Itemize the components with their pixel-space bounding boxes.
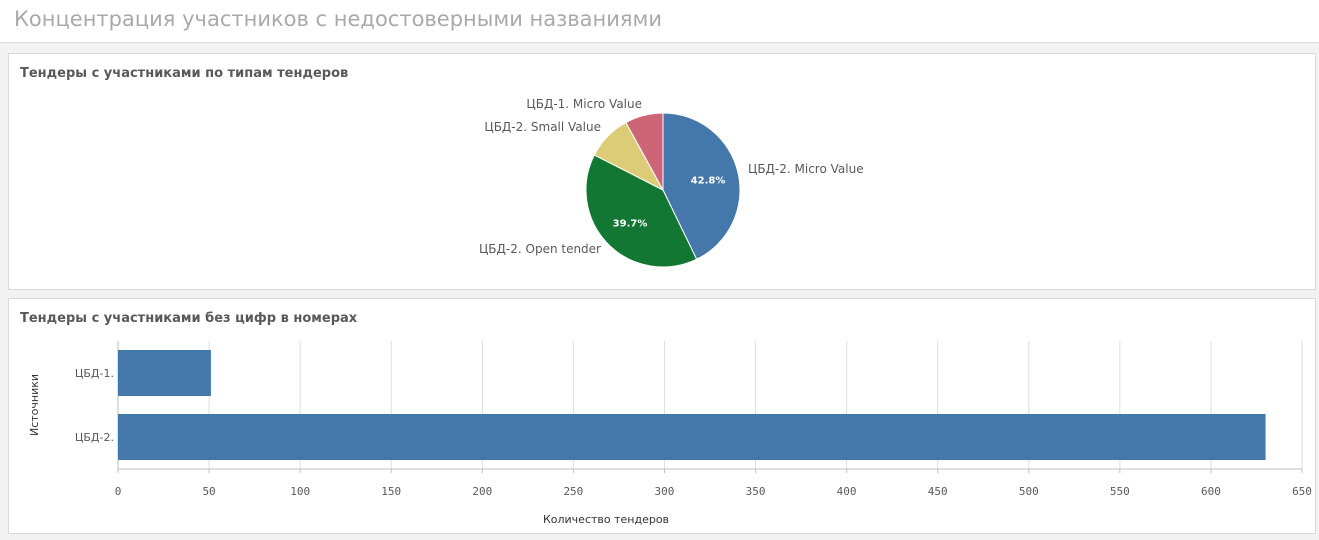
page-header: Концентрация участников с недостоверными… <box>0 0 1319 43</box>
x-tick-label: 650 <box>1292 485 1312 498</box>
x-tick-label: 500 <box>1019 485 1039 498</box>
x-tick-label: 100 <box>290 485 310 498</box>
x-tick-label: 600 <box>1201 485 1221 498</box>
pie-chart-panel[interactable]: Тендеры с участниками по типам тендеров … <box>8 53 1316 290</box>
pie-slice-label: ЦБД-1. Micro Value <box>526 97 642 111</box>
pie-slice-percent-label: 39.7% <box>613 218 648 229</box>
page-title: Концентрация участников с недостоверными… <box>14 7 663 31</box>
pie-slice-label: ЦБД-2. Micro Value <box>748 162 864 176</box>
y-axis-title: Источники <box>28 374 41 436</box>
x-tick-label: 200 <box>472 485 492 498</box>
x-tick-label: 350 <box>746 485 766 498</box>
y-category-label: ЦБД-2. <box>75 431 114 444</box>
x-tick-label: 450 <box>928 485 948 498</box>
pie-chart[interactable]: 42.8% ЦБД-2. Micro Value 39.7% ЦБД-2. Open … <box>9 54 1317 291</box>
bar-2[interactable] <box>118 413 1266 461</box>
pie-slice-percent-label: 42.8% <box>691 176 726 187</box>
y-category-label: ЦБД-1. <box>75 367 114 380</box>
bar-chart[interactable]: 0 50 100 150 200 250 300 350 400 450 500 550 600 650 Ц… <box>9 299 1317 535</box>
pie-slice-label: ЦБД-2. Open tender <box>479 242 601 256</box>
x-tick-label: 300 <box>655 485 675 498</box>
x-tick-label: 550 <box>1110 485 1130 498</box>
x-axis-title: Количество тендеров <box>543 513 669 526</box>
bar-chart-panel[interactable]: Тендеры с участниками без цифр в номерах… <box>8 298 1316 534</box>
bar-1[interactable] <box>118 349 211 397</box>
x-tick-label: 250 <box>563 485 583 498</box>
pie-slice-label: ЦБД-2. Small Value <box>484 120 601 134</box>
x-tick-label: 0 <box>115 485 122 498</box>
x-tick-label: 50 <box>202 485 215 498</box>
x-tick-label: 400 <box>837 485 857 498</box>
x-tick-label: 150 <box>381 485 401 498</box>
